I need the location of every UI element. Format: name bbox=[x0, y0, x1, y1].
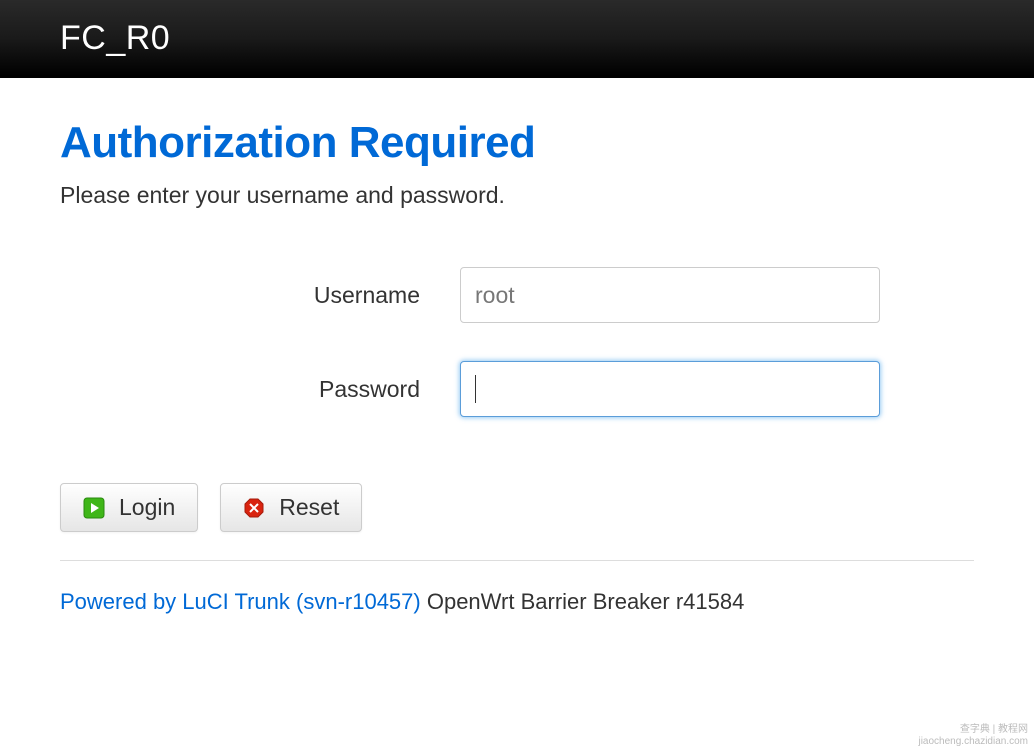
play-icon bbox=[83, 497, 105, 519]
login-form: Username Password bbox=[60, 267, 974, 417]
reset-button-label: Reset bbox=[279, 494, 339, 521]
footer: Powered by LuCI Trunk (svn-r10457) OpenW… bbox=[60, 589, 974, 615]
brand-title: FC_R0 bbox=[60, 19, 170, 58]
page-title: Authorization Required bbox=[60, 118, 974, 168]
footer-text: OpenWrt Barrier Breaker r41584 bbox=[421, 589, 745, 614]
username-label: Username bbox=[60, 282, 460, 309]
watermark-line2: jiaocheng.chazidian.com bbox=[918, 736, 1028, 748]
password-input[interactable] bbox=[460, 361, 880, 417]
password-label: Password bbox=[60, 376, 460, 403]
watermark-line1: 查字典 | 教程网 bbox=[918, 724, 1028, 736]
watermark: 查字典 | 教程网 jiaocheng.chazidian.com bbox=[918, 724, 1028, 748]
login-button-label: Login bbox=[119, 494, 175, 521]
login-button[interactable]: Login bbox=[60, 483, 198, 532]
reset-button[interactable]: Reset bbox=[220, 483, 362, 532]
password-row: Password bbox=[60, 361, 974, 417]
username-input[interactable] bbox=[460, 267, 880, 323]
main-content: Authorization Required Please enter your… bbox=[0, 78, 1034, 615]
stop-icon bbox=[243, 497, 265, 519]
button-row: Login Reset bbox=[60, 483, 974, 532]
text-cursor bbox=[475, 375, 476, 403]
divider bbox=[60, 560, 974, 561]
footer-link[interactable]: Powered by LuCI Trunk (svn-r10457) bbox=[60, 589, 421, 614]
page-subtitle: Please enter your username and password. bbox=[60, 182, 974, 209]
header-bar: FC_R0 bbox=[0, 0, 1034, 78]
username-row: Username bbox=[60, 267, 974, 323]
